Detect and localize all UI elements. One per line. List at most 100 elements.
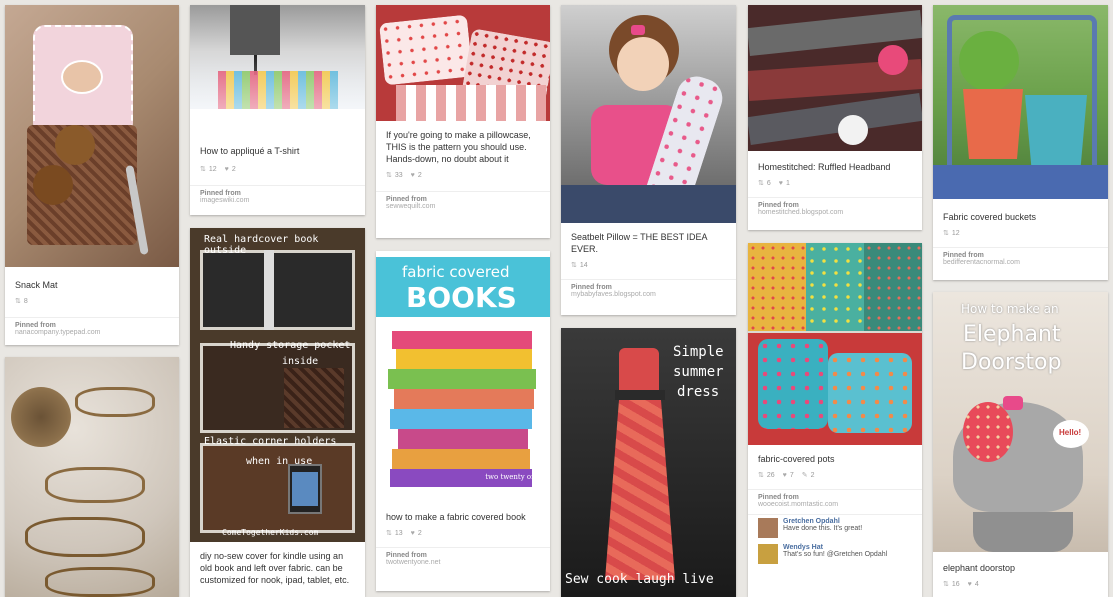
source-link[interactable]: imageswiki.com [200,197,355,204]
repin-count[interactable]: ⇅ 16 [943,580,960,589]
dress-overlay-line2: summer [673,364,724,380]
avatar[interactable] [758,544,778,564]
repin-icon: ⇅ [758,180,764,187]
pin-title[interactable]: Homestitched: Ruffled Headband [748,161,922,173]
pin-title[interactable]: diy no-sew cover for kindle using an old… [190,550,365,586]
comment-count[interactable]: ✎ 2 [802,471,815,480]
books-image[interactable]: fabric covered BOOKS two twenty one. [376,251,550,501]
pin-stats: ⇅ 6 ♥ 1 [748,177,922,189]
heart-icon: ♥ [410,529,415,537]
pin-pots[interactable]: fabric-covered pots ⇅ 26 ♥ 7 ✎ 2 Pinned fro… [748,243,922,597]
pin-stats: ⇅ 8 [5,295,179,307]
repin-count[interactable]: ⇅ 14 [571,261,588,270]
like-count[interactable]: ♥ 1 [779,180,790,187]
pin-title[interactable]: How to appliqué a T-shirt [190,145,365,157]
repin-icon: ⇅ [200,166,206,173]
pinned-from[interactable]: Pinned from imageswiki.com [190,186,365,204]
pin-title[interactable]: elephant doorstop [933,562,1108,574]
applique-image[interactable] [190,5,365,109]
pinned-from[interactable]: Pinned from nanacompany.typepad.com [5,318,179,336]
headband-image[interactable] [748,5,922,151]
repin-count[interactable]: ⇅ 12 [200,165,217,174]
repin-count[interactable]: ⇅ 13 [386,529,403,538]
like-count[interactable]: ♥ 2 [411,172,422,179]
heart-icon: ♥ [224,165,229,173]
pinned-from[interactable]: Pinned from homestitched.blogspot.com [748,198,922,216]
source-link[interactable]: wooecoist.momtastic.com [758,501,912,508]
comment-item: Gretchen Opdahl Have done this. It's gre… [748,515,922,541]
kindle-overlay-bot: Elastic corner holders [204,436,337,447]
pillowcase-image[interactable] [376,5,550,121]
dress-overlay-bottom: Sew cook laugh live [565,572,714,587]
pin-applique[interactable]: How to appliqué a T-shirt ⇅ 12 ♥ 2 Pinned … [190,5,365,215]
repin-count[interactable]: ⇅ 8 [15,297,28,306]
snack-mat-image[interactable] [5,5,179,267]
source-link[interactable]: twotwentyone.net [386,559,540,566]
pin-title[interactable]: how to make a fabric covered book [376,511,550,523]
elephant-image[interactable]: How to make an Elephant Doorstop Hello! [933,292,1108,552]
source-link[interactable]: sewwequilt.com [386,203,540,210]
elephant-overlay-line2: Elephant [963,322,1061,347]
dress-image[interactable]: Simple summer dress Sew cook laugh live [561,328,736,597]
elephant-hello-tag: Hello! [1059,428,1082,437]
dress-overlay-line3: dress [677,384,720,400]
pinned-from[interactable]: Pinned from bedifferentacnormal.com [933,248,1108,266]
pin-books[interactable]: fabric covered BOOKS two twenty one. how… [376,251,550,591]
like-count[interactable]: ♥ 4 [968,581,979,588]
like-count[interactable]: ♥ 2 [411,530,422,537]
pin-dress[interactable]: Simple summer dress Sew cook laugh live [561,328,736,597]
twine-flowers-image[interactable] [5,357,179,597]
seatbelt-pillow-image[interactable] [561,5,736,223]
repin-icon: ⇅ [386,172,392,179]
pin-kindle[interactable]: Real hardcover book outside Handy storag… [190,228,365,597]
pin-seatbelt-pillow[interactable]: Seatbelt Pillow = THE BEST IDEA EVER. ⇅ 1… [561,5,736,315]
pin-stats: ⇅ 26 ♥ 7 ✎ 2 [748,469,922,481]
buckets-image[interactable] [933,5,1108,199]
heart-icon: ♥ [967,580,972,588]
source-link[interactable]: homestitched.blogspot.com [758,209,912,216]
repin-count[interactable]: ⇅ 6 [758,179,771,188]
pinned-from[interactable]: Pinned from wooecoist.momtastic.com [748,490,922,508]
pin-pillowcase[interactable]: If you're going to make a pillowcase, TH… [376,5,550,238]
pin-stats: ⇅ 13 ♥ 2 [376,527,550,539]
pin-title[interactable]: Snack Mat [5,279,179,291]
repin-count[interactable]: ⇅ 12 [943,229,960,238]
repin-icon: ⇅ [386,530,392,537]
pinned-from[interactable]: Pinned from sewwequilt.com [376,192,550,210]
pinned-from[interactable]: Pinned from mybabyfaves.blogspot.com [561,280,736,298]
kindle-overlay-mid: Handy storage pocket [230,340,351,351]
elephant-overlay-line3: Doorstop [961,350,1062,375]
pinned-from[interactable]: Pinned from twotwentyone.net [376,548,550,566]
pin-title[interactable]: Fabric covered buckets [933,211,1108,223]
source-link[interactable]: bedifferentacnormal.com [943,259,1098,266]
pin-stats: ⇅ 12 [933,227,1108,239]
like-count[interactable]: ♥ 7 [783,472,794,479]
pin-elephant[interactable]: How to make an Elephant Doorstop Hello! … [933,292,1108,597]
kindle-image[interactable]: Real hardcover book outside Handy storag… [190,228,365,542]
pin-stats: ⇅ 16 ♥ 4 [933,578,1108,590]
pin-title[interactable]: fabric-covered pots [748,453,922,465]
repin-count[interactable]: ⇅ 26 [758,471,775,480]
avatar[interactable] [758,518,778,538]
pin-headband[interactable]: Homestitched: Ruffled Headband ⇅ 6 ♥ 1 Pin… [748,5,922,230]
pin-snack-mat[interactable]: Snack Mat ⇅ 8 Pinned from nanacompany.typ… [5,5,179,345]
pin-buckets[interactable]: Fabric covered buckets ⇅ 12 Pinned from b… [933,5,1108,280]
pots-image[interactable] [748,243,922,445]
elephant-overlay-line1: How to make an [961,302,1059,316]
pin-title[interactable]: Seatbelt Pillow = THE BEST IDEA EVER. [561,231,736,255]
comment-text: That's so fun! @Gretchen Opdahl [783,551,888,558]
comment-author[interactable]: Wendys Hat [783,544,887,551]
repin-count[interactable]: ⇅ 33 [386,171,403,180]
kindle-overlay-bot2: when in use [246,456,313,467]
pin-twine-flowers[interactable] [5,357,179,597]
heart-icon: ♥ [778,179,783,187]
source-link[interactable]: mybabyfaves.blogspot.com [571,291,726,298]
pin-stats: ⇅ 12 ♥ 2 [190,163,365,175]
like-count[interactable]: ♥ 2 [225,166,236,173]
kindle-watermark: ComeTogetherKids.com [222,528,319,537]
kindle-overlay-top: Real hardcover book outside [204,234,319,256]
source-link[interactable]: nanacompany.typepad.com [15,329,169,336]
comment-author[interactable]: Gretchen Opdahl [783,518,862,525]
pin-title[interactable]: If you're going to make a pillowcase, TH… [376,129,550,165]
pin-stats: ⇅ 14 [561,259,736,271]
